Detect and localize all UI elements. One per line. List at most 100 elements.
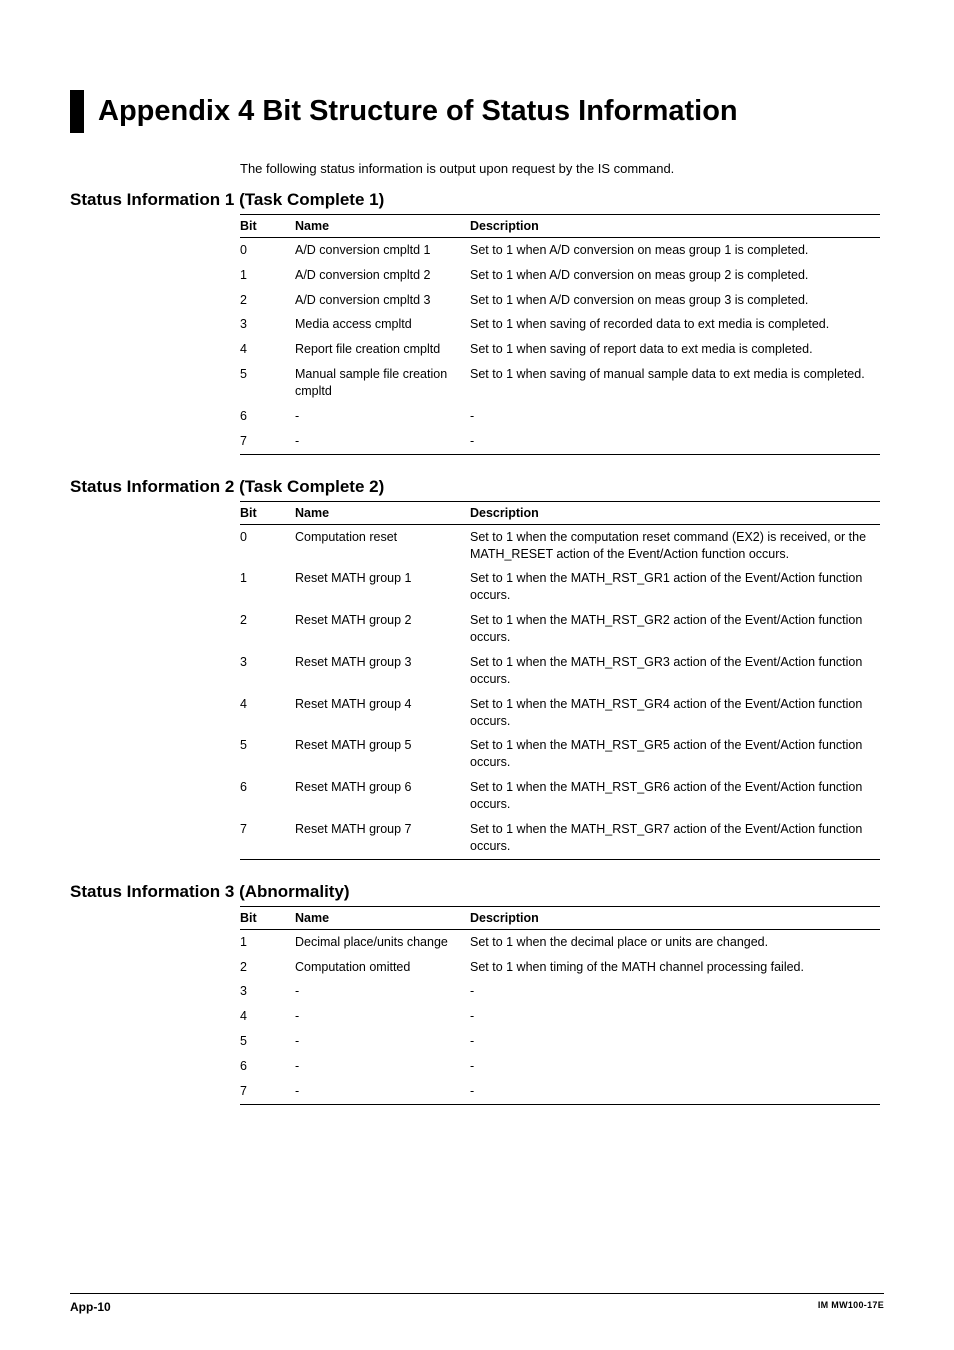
cell-name: Decimal place/units change (295, 929, 470, 954)
cell-name: Reset MATH group 1 (295, 566, 470, 608)
cell-bit: 2 (240, 288, 295, 313)
col-name: Name (295, 906, 470, 929)
col-bit: Bit (240, 501, 295, 524)
cell-bit: 1 (240, 263, 295, 288)
cell-desc: Set to 1 when the MATH_RST_GR6 action of… (470, 775, 880, 817)
cell-name: Manual sample file creation cmpltd (295, 362, 470, 404)
table-row: 1Reset MATH group 1Set to 1 when the MAT… (240, 566, 880, 608)
table-row: 5Reset MATH group 5Set to 1 when the MAT… (240, 733, 880, 775)
cell-desc: Set to 1 when the MATH_RST_GR3 action of… (470, 650, 880, 692)
cell-name: - (295, 404, 470, 429)
cell-name: Computation reset (295, 524, 470, 566)
table-row: 3Media access cmpltdSet to 1 when saving… (240, 312, 880, 337)
table-row: 1A/D conversion cmpltd 2Set to 1 when A/… (240, 263, 880, 288)
table-row: 6-- (240, 1054, 880, 1079)
table-row: 7-- (240, 429, 880, 454)
cell-desc: - (470, 1004, 880, 1029)
cell-name: Computation omitted (295, 955, 470, 980)
cell-bit: 2 (240, 955, 295, 980)
cell-desc: Set to 1 when saving of report data to e… (470, 337, 880, 362)
cell-bit: 3 (240, 979, 295, 1004)
cell-bit: 0 (240, 237, 295, 262)
cell-desc: Set to 1 when the decimal place or units… (470, 929, 880, 954)
table-row: 6-- (240, 404, 880, 429)
table-row: 0Computation resetSet to 1 when the comp… (240, 524, 880, 566)
cell-name: Reset MATH group 3 (295, 650, 470, 692)
cell-desc: - (470, 429, 880, 454)
cell-desc: Set to 1 when the MATH_RST_GR4 action of… (470, 692, 880, 734)
table-row: 3-- (240, 979, 880, 1004)
cell-bit: 6 (240, 1054, 295, 1079)
cell-name: A/D conversion cmpltd 1 (295, 237, 470, 262)
table-row: 4Reset MATH group 4Set to 1 when the MAT… (240, 692, 880, 734)
cell-name: Reset MATH group 4 (295, 692, 470, 734)
cell-bit: 2 (240, 608, 295, 650)
cell-bit: 7 (240, 429, 295, 454)
col-bit: Bit (240, 906, 295, 929)
table-row: 4Report file creation cmpltdSet to 1 whe… (240, 337, 880, 362)
table-row: 1Decimal place/units changeSet to 1 when… (240, 929, 880, 954)
cell-name: Report file creation cmpltd (295, 337, 470, 362)
cell-desc: - (470, 1029, 880, 1054)
cell-desc: Set to 1 when timing of the MATH channel… (470, 955, 880, 980)
cell-desc: Set to 1 when the MATH_RST_GR5 action of… (470, 733, 880, 775)
table-header-row: Bit Name Description (240, 906, 880, 929)
cell-bit: 6 (240, 775, 295, 817)
table-row: 4-- (240, 1004, 880, 1029)
col-desc: Description (470, 906, 880, 929)
cell-desc: Set to 1 when the MATH_RST_GR7 action of… (470, 817, 880, 859)
table-row: 3Reset MATH group 3Set to 1 when the MAT… (240, 650, 880, 692)
intro-text: The following status information is outp… (240, 161, 884, 176)
cell-name: - (295, 1029, 470, 1054)
cell-name: - (295, 429, 470, 454)
cell-bit: 7 (240, 1079, 295, 1104)
cell-name: Media access cmpltd (295, 312, 470, 337)
col-bit: Bit (240, 214, 295, 237)
cell-desc: Set to 1 when the MATH_RST_GR1 action of… (470, 566, 880, 608)
page-title-block: Appendix 4 Bit Structure of Status Infor… (70, 90, 884, 133)
cell-bit: 6 (240, 404, 295, 429)
table-row: 0A/D conversion cmpltd 1Set to 1 when A/… (240, 237, 880, 262)
cell-name: - (295, 1054, 470, 1079)
cell-desc: Set to 1 when saving of recorded data to… (470, 312, 880, 337)
title-accent-bar (70, 90, 84, 133)
cell-desc: Set to 1 when the computation reset comm… (470, 524, 880, 566)
cell-desc: - (470, 1054, 880, 1079)
status-info-1-table: Bit Name Description 0A/D conversion cmp… (240, 214, 880, 455)
cell-desc: Set to 1 when A/D conversion on meas gro… (470, 263, 880, 288)
cell-desc: - (470, 979, 880, 1004)
page-number: App-10 (70, 1300, 111, 1314)
page-title: Appendix 4 Bit Structure of Status Infor… (98, 90, 738, 133)
cell-bit: 1 (240, 929, 295, 954)
cell-bit: 5 (240, 362, 295, 404)
table-row: 7-- (240, 1079, 880, 1104)
cell-bit: 5 (240, 733, 295, 775)
col-name: Name (295, 214, 470, 237)
section-heading-2: Status Information 2 (Task Complete 2) (70, 477, 884, 497)
cell-bit: 1 (240, 566, 295, 608)
cell-bit: 0 (240, 524, 295, 566)
cell-name: Reset MATH group 5 (295, 733, 470, 775)
cell-name: - (295, 1079, 470, 1104)
table-row: 5Manual sample file creation cmpltdSet t… (240, 362, 880, 404)
col-name: Name (295, 501, 470, 524)
cell-desc: Set to 1 when the MATH_RST_GR2 action of… (470, 608, 880, 650)
cell-bit: 5 (240, 1029, 295, 1054)
document-id: IM MW100-17E (818, 1300, 884, 1314)
cell-desc: Set to 1 when saving of manual sample da… (470, 362, 880, 404)
cell-name: A/D conversion cmpltd 3 (295, 288, 470, 313)
cell-name: Reset MATH group 6 (295, 775, 470, 817)
cell-bit: 4 (240, 692, 295, 734)
cell-bit: 3 (240, 312, 295, 337)
table-row: 7Reset MATH group 7Set to 1 when the MAT… (240, 817, 880, 859)
col-desc: Description (470, 214, 880, 237)
status-info-3-table: Bit Name Description 1Decimal place/unit… (240, 906, 880, 1105)
table-row: 2Computation omittedSet to 1 when timing… (240, 955, 880, 980)
cell-bit: 7 (240, 817, 295, 859)
status-info-2-table: Bit Name Description 0Computation resetS… (240, 501, 880, 860)
col-desc: Description (470, 501, 880, 524)
table-header-row: Bit Name Description (240, 214, 880, 237)
table-row: 5-- (240, 1029, 880, 1054)
cell-bit: 4 (240, 1004, 295, 1029)
cell-bit: 3 (240, 650, 295, 692)
